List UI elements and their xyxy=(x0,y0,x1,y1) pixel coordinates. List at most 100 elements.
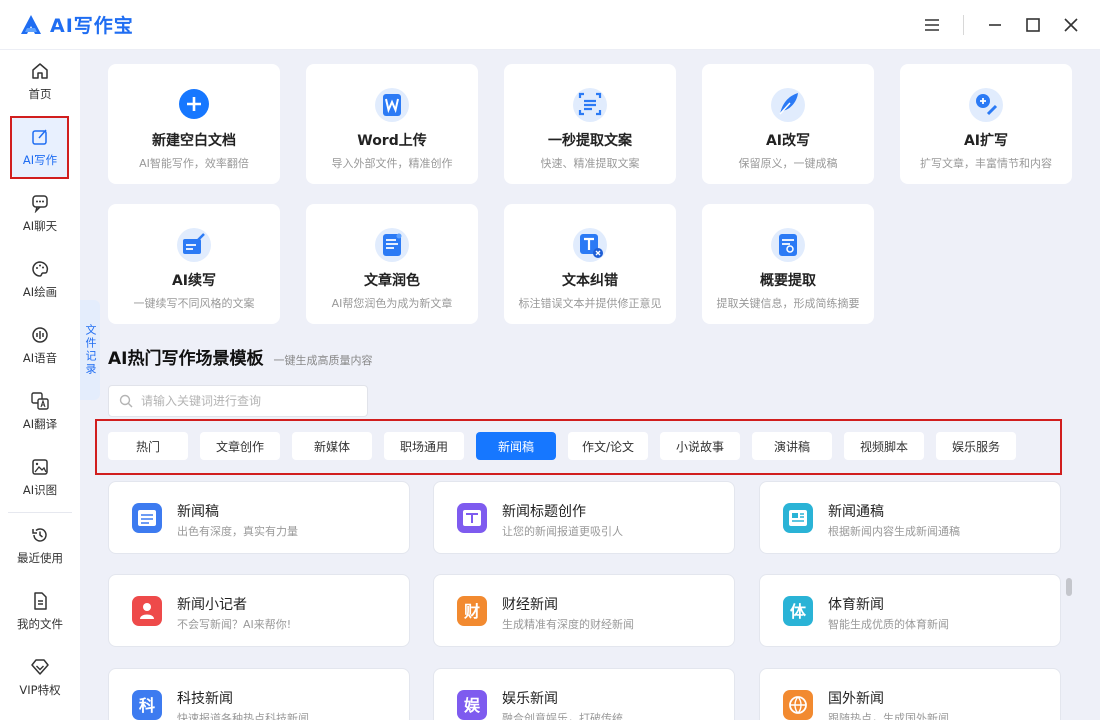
sidebar-item-my-files[interactable]: 我的文件 xyxy=(0,580,80,642)
tool-desc: AI帮您润色为成为新文章 xyxy=(331,297,453,310)
sidebar-item-ai-recognize[interactable]: AI识图 xyxy=(0,446,80,508)
template-title: 新闻稿 xyxy=(177,504,219,520)
templates-title: AI热门写作场景模板 xyxy=(108,349,264,369)
category-chip-video-script[interactable]: 视频脚本 xyxy=(844,432,924,460)
template-search[interactable] xyxy=(108,385,368,417)
category-chip-entertainment[interactable]: 娱乐服务 xyxy=(936,432,1016,460)
sidebar-item-ai-translate[interactable]: AI翻译 xyxy=(0,380,80,442)
chip-label: 小说故事 xyxy=(675,439,724,454)
template-card-finance-news[interactable]: 财 财经新闻 生成精准有深度的财经新闻 xyxy=(433,574,735,647)
tech-icon: 科 xyxy=(132,690,162,720)
template-desc: 让您的新闻报道更吸引人 xyxy=(502,525,623,538)
title-bar: AI写作宝 xyxy=(0,0,1100,50)
palette-icon xyxy=(32,260,49,277)
template-title: 科技新闻 xyxy=(177,691,233,707)
template-card-news-release[interactable]: 新闻稿 出色有深度，真实有力量 xyxy=(108,481,410,554)
template-card-news-title[interactable]: 新闻标题创作 让您的新闻报道更吸引人 xyxy=(433,481,735,554)
text-correct-icon xyxy=(573,228,607,262)
sidebar-item-label: AI语音 xyxy=(22,350,58,365)
sidebar-item-label: AI写作 xyxy=(22,152,58,167)
svg-text:财: 财 xyxy=(463,602,480,621)
svg-text:科: 科 xyxy=(139,696,155,715)
chip-label: 职场通用 xyxy=(399,439,448,454)
template-desc: 融合创意娱乐，打破传统 xyxy=(502,712,623,720)
home-icon xyxy=(32,62,48,79)
file-icon xyxy=(34,591,47,610)
tool-title: Word上传 xyxy=(357,133,427,149)
category-chip-new-media[interactable]: 新媒体 xyxy=(292,432,372,460)
category-chip-workplace[interactable]: 职场通用 xyxy=(384,432,464,460)
edit-icon xyxy=(32,129,47,145)
polish-icon xyxy=(375,228,409,262)
tool-card-new-doc[interactable]: 新建空白文档 AI智能写作，效率翻倍 xyxy=(108,64,280,184)
tool-title: 新建空白文档 xyxy=(152,133,236,149)
chip-label: 文章创作 xyxy=(215,439,264,454)
template-card-news-reporter[interactable]: 新闻小记者 不会写新闻？AI来帮你! xyxy=(108,574,410,647)
tool-desc: 快速、精准提取文案 xyxy=(540,157,640,170)
search-input[interactable] xyxy=(141,394,351,408)
sidebar-item-ai-paint[interactable]: AI绘画 xyxy=(0,248,80,310)
template-card-entertainment-news[interactable]: 娱 娱乐新闻 融合创意娱乐，打破传统 xyxy=(433,668,735,720)
category-chip-novel[interactable]: 小说故事 xyxy=(660,432,740,460)
chip-label: 新媒体 xyxy=(313,439,350,454)
sidebar-item-home[interactable]: 首页 xyxy=(0,50,80,112)
tool-card-polish[interactable]: 文章润色 AI帮您润色为成为新文章 xyxy=(306,204,478,324)
tool-card-expand[interactable]: AI扩写 扩写文章，丰富情节和内容 xyxy=(900,64,1072,184)
chip-label: 娱乐服务 xyxy=(951,439,1000,454)
newspaper-icon xyxy=(783,503,813,533)
sidebar-item-vip[interactable]: VIP特权 xyxy=(0,646,80,708)
template-desc: 生成精准有深度的财经新闻 xyxy=(502,618,634,631)
chip-label: 新闻稿 xyxy=(497,439,534,454)
category-chip-essay[interactable]: 作文/论文 xyxy=(568,432,648,460)
app-title: AI写作宝 xyxy=(50,15,134,37)
chip-label: 演讲稿 xyxy=(773,439,810,454)
chip-label: 热门 xyxy=(135,439,160,454)
template-card-tech-news[interactable]: 科 科技新闻 快速报道各种热点科技新闻 xyxy=(108,668,410,720)
maximize-icon[interactable] xyxy=(1014,6,1052,44)
sidebar-item-ai-chat[interactable]: AI聊天 xyxy=(0,182,80,244)
sports-icon: 体 xyxy=(783,596,813,626)
template-card-sports-news[interactable]: 体 体育新闻 智能生成优质的体育新闻 xyxy=(759,574,1061,647)
tool-desc: 保留原义，一键成稿 xyxy=(738,157,838,170)
expand-icon xyxy=(969,88,1003,122)
tool-desc: 提取关键信息，形成简练摘要 xyxy=(716,297,860,310)
templates-header: AI热门写作场景模板 一键生成高质量内容 xyxy=(108,344,372,369)
template-desc: 根据新闻内容生成新闻通稿 xyxy=(828,525,960,538)
tool-card-text-correct[interactable]: 文本纠错 标注错误文本并提供修正意见 xyxy=(504,204,676,324)
template-card-news-general[interactable]: 新闻通稿 根据新闻内容生成新闻通稿 xyxy=(759,481,1061,554)
sidebar-item-label: AI聊天 xyxy=(22,218,58,233)
plus-circle-icon xyxy=(179,89,209,119)
scrollbar-thumb[interactable] xyxy=(1066,578,1072,596)
sidebar-item-label: AI翻译 xyxy=(22,416,58,431)
tool-card-summary[interactable]: 概要提取 提取关键信息，形成简练摘要 xyxy=(702,204,874,324)
main-content: 新建空白文档 AI智能写作，效率翻倍 Word上传 导入外部文件，精准创作 一秒… xyxy=(80,50,1100,720)
finance-icon: 财 xyxy=(457,596,487,626)
tool-card-extract[interactable]: 一秒提取文案 快速、精准提取文案 xyxy=(504,64,676,184)
globe-icon xyxy=(783,690,813,720)
category-chip-news[interactable]: 新闻稿 xyxy=(476,432,556,460)
tool-desc: 导入外部文件，精准创作 xyxy=(331,157,453,170)
sidebar-item-recent[interactable]: 最近使用 xyxy=(0,514,80,576)
template-title: 娱乐新闻 xyxy=(502,691,558,707)
tool-title: 一秒提取文案 xyxy=(548,133,632,149)
category-chip-article[interactable]: 文章创作 xyxy=(200,432,280,460)
svg-text:娱: 娱 xyxy=(464,696,481,715)
close-icon[interactable] xyxy=(1052,6,1090,44)
tool-card-rewrite[interactable]: AI改写 保留原义，一键成稿 xyxy=(702,64,874,184)
tool-title: 文本纠错 xyxy=(562,273,618,289)
sidebar-item-ai-voice[interactable]: AI语音 xyxy=(0,314,80,376)
sidebar-item-label: 首页 xyxy=(28,86,52,101)
hamburger-icon[interactable] xyxy=(913,6,951,44)
category-chip-speech[interactable]: 演讲稿 xyxy=(752,432,832,460)
continue-icon xyxy=(177,228,211,262)
category-chip-hot[interactable]: 热门 xyxy=(108,432,188,460)
template-desc: 不会写新闻？AI来帮你! xyxy=(177,618,292,631)
template-card-foreign-news[interactable]: 国外新闻 跟随热点，生成国外新闻 xyxy=(759,668,1061,720)
sidebar-item-label: VIP特权 xyxy=(19,682,61,697)
tool-desc: AI智能写作，效率翻倍 xyxy=(139,157,249,170)
minimize-icon[interactable] xyxy=(976,6,1014,44)
tool-card-continue[interactable]: AI续写 一键续写不同风格的文案 xyxy=(108,204,280,324)
tool-card-word-upload[interactable]: Word上传 导入外部文件，精准创作 xyxy=(306,64,478,184)
sidebar-item-ai-writing[interactable]: AI写作 xyxy=(0,116,80,178)
sidebar: 首页 AI写作 AI聊天 AI绘画 AI语音 AI翻译 AI识图 最近使用 我的… xyxy=(0,50,80,720)
